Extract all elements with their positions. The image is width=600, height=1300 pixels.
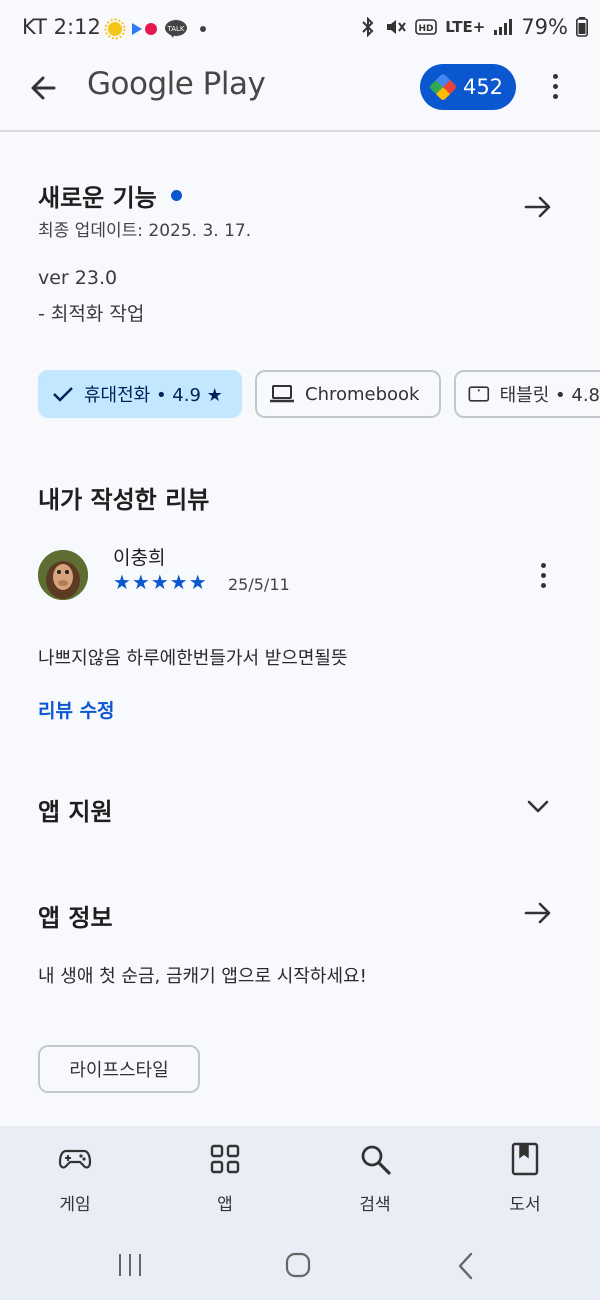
device-chip-label: 휴대전화 • 4.9 ★	[84, 385, 223, 406]
overflow-menu-icon[interactable]	[553, 74, 559, 99]
page-title: Google Play	[87, 66, 266, 102]
bottom-navigation: 게임 앱 검색 도서	[0, 1126, 600, 1226]
tablet-icon	[468, 386, 490, 402]
battery-icon	[576, 17, 588, 37]
review-text: 나쁘지않음 하루에한번들가서 받으면될뜻	[38, 648, 348, 669]
device-chip-phone[interactable]: 휴대전화 • 4.9 ★	[38, 370, 242, 418]
apps-grid-icon	[210, 1144, 240, 1174]
carrier-time: KT 2:12	[22, 15, 101, 39]
release-note-line: ver 23.0	[38, 267, 118, 289]
category-chip[interactable]: 라이프스타일	[38, 1045, 200, 1093]
more-notifications-dot	[200, 26, 206, 32]
back-nav-icon[interactable]	[456, 1252, 476, 1280]
device-chip-label: Chromebook	[305, 383, 420, 405]
whats-new-header[interactable]: 새로운 기능	[38, 178, 182, 213]
my-review-title: 내가 작성한 리뷰	[38, 486, 210, 514]
review-stars: ★★★★★	[113, 570, 208, 594]
check-icon	[53, 387, 73, 402]
system-navigation-bar	[0, 1226, 600, 1300]
review-menu-icon[interactable]	[541, 563, 547, 588]
nav-item-apps[interactable]: 앱	[170, 1126, 280, 1226]
nav-label: 검색	[359, 1195, 391, 1215]
release-note-line: - 최적화 작업	[38, 303, 145, 325]
app-support-title[interactable]: 앱 지원	[38, 792, 113, 827]
whats-new-title: 새로운 기능	[38, 184, 157, 212]
review-author: 이충희	[113, 547, 166, 569]
book-icon	[511, 1142, 539, 1176]
hd-icon: HD	[415, 19, 437, 35]
home-icon[interactable]	[284, 1251, 312, 1279]
device-chip-label: 태블릿 • 4.8	[499, 385, 600, 406]
laptop-icon	[270, 385, 294, 403]
system-indicators: HD LTE+ 79%	[359, 15, 588, 39]
app-info-title[interactable]: 앱 정보	[38, 898, 113, 933]
app-description: 내 생애 첫 순금, 금캐기 앱으로 시작하세요!	[38, 966, 367, 987]
signal-icon	[494, 19, 513, 35]
play-points-value: 452	[462, 75, 504, 99]
device-chip-chromebook[interactable]: Chromebook	[255, 370, 441, 418]
device-chip-tablet[interactable]: 태블릿 • 4.8	[454, 370, 600, 418]
nav-label: 게임	[59, 1195, 91, 1215]
nav-item-books[interactable]: 도서	[470, 1126, 580, 1226]
app-bar: Google Play 452	[0, 56, 600, 132]
recent-apps-icon[interactable]	[116, 1253, 144, 1277]
network-type: LTE+	[445, 18, 486, 36]
back-arrow-icon[interactable]	[24, 68, 64, 108]
search-icon	[361, 1145, 391, 1175]
gamepad-icon	[58, 1149, 92, 1169]
svg-text:HD: HD	[419, 24, 434, 34]
talk-icon: TALK	[165, 20, 187, 38]
nav-item-search[interactable]: 검색	[320, 1126, 430, 1226]
arrow-forward-icon[interactable]	[522, 191, 554, 223]
play-points-button[interactable]: 452	[420, 64, 516, 110]
mute-icon	[387, 20, 406, 34]
last-updated: 최종 업데이트: 2025. 3. 17.	[38, 221, 252, 241]
status-bar: KT 2:12 TALK HD LTE+ 79%	[0, 0, 600, 56]
notification-icons: TALK	[104, 18, 206, 40]
sun-app-icon	[104, 18, 126, 40]
nav-item-games[interactable]: 게임	[20, 1126, 130, 1226]
avatar	[38, 550, 88, 600]
new-indicator-dot	[170, 190, 182, 201]
play-points-icon	[428, 72, 458, 102]
edit-review-link[interactable]: 리뷰 수정	[38, 696, 115, 723]
media-app-icon	[132, 23, 157, 35]
svg-text:TALK: TALK	[166, 25, 184, 33]
nav-label: 도서	[509, 1195, 541, 1215]
bluetooth-icon	[362, 17, 374, 37]
arrow-forward-icon[interactable]	[522, 897, 554, 929]
nav-label: 앱	[217, 1195, 233, 1215]
chevron-down-icon[interactable]	[524, 794, 552, 818]
battery-percent: 79%	[521, 15, 568, 39]
avatar-image	[38, 550, 88, 600]
review-date: 25/5/11	[228, 575, 290, 594]
